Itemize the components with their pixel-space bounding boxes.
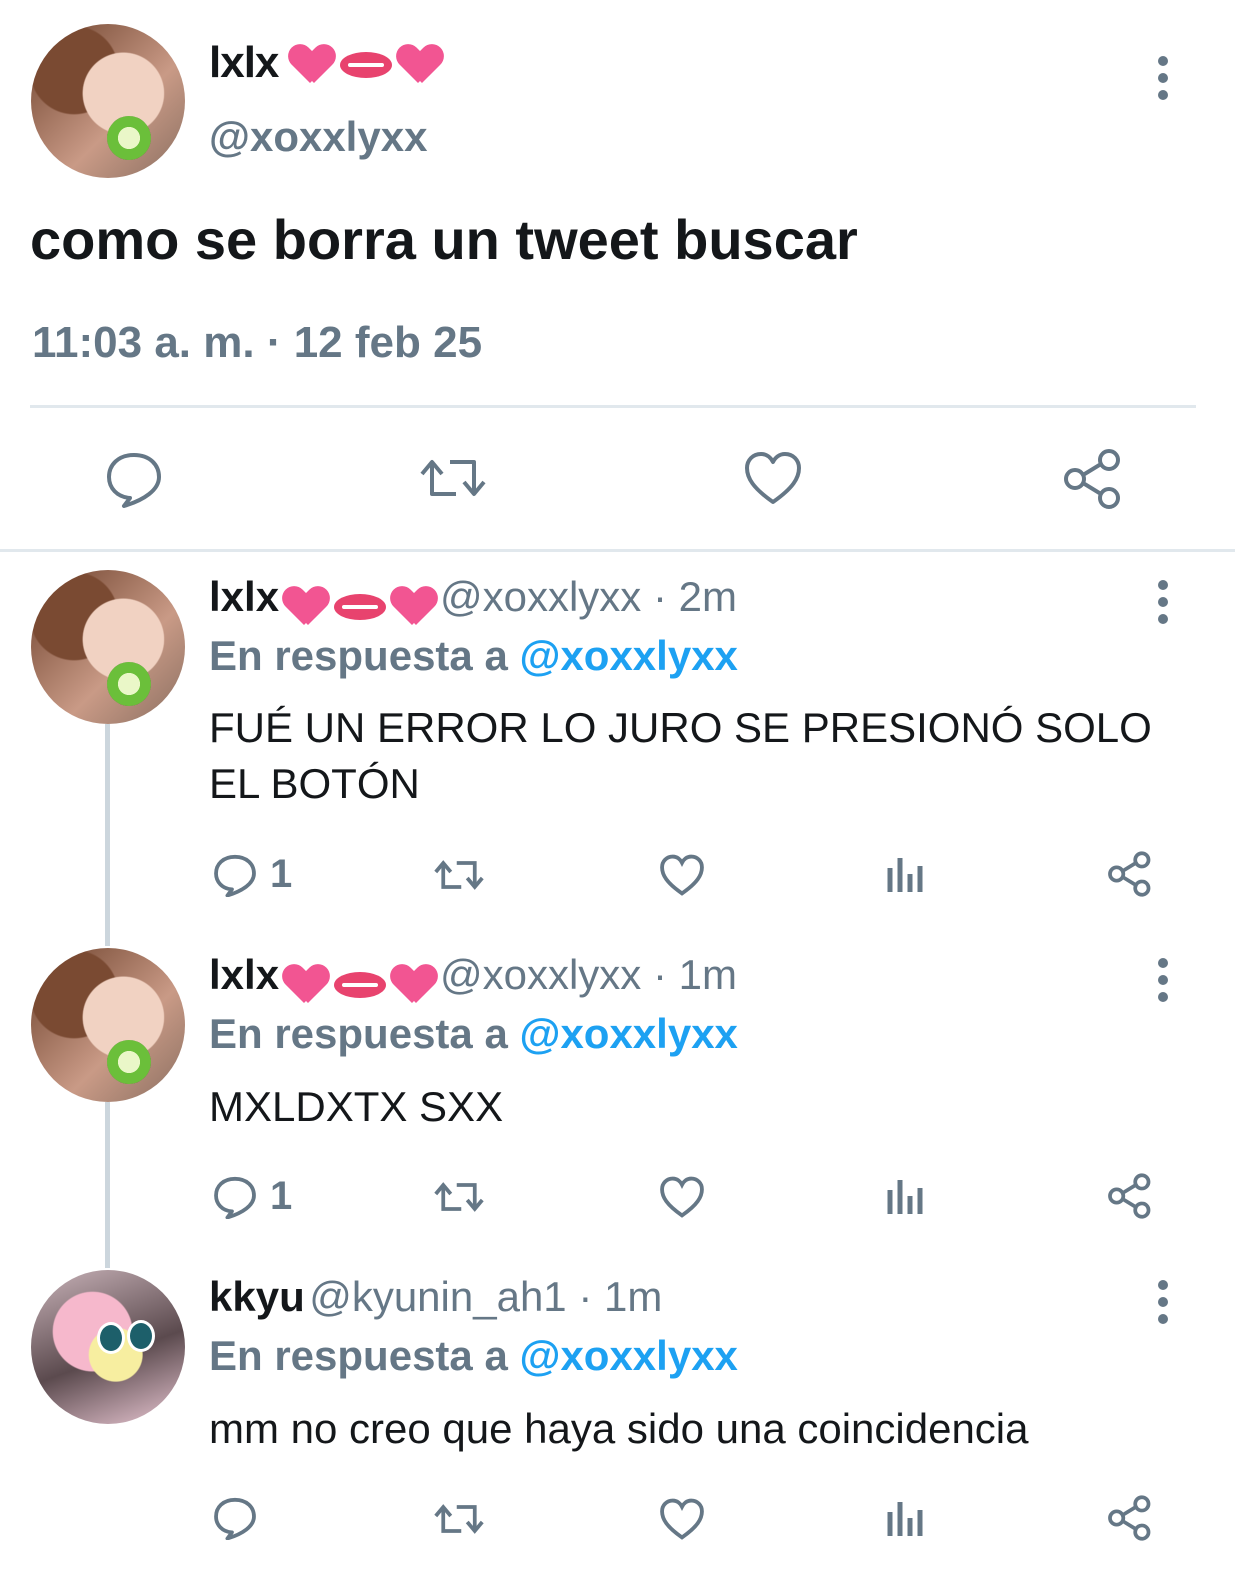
reply-icon [107, 453, 161, 508]
handle-time: @xoxxlyxx · 1m [439, 951, 737, 998]
analytics-button[interactable] [886, 854, 926, 894]
reply-button[interactable]: 1 [212, 1174, 292, 1219]
heart-outline-icon [745, 452, 801, 504]
heart-outline-icon [660, 1498, 704, 1540]
like-button[interactable] [659, 1175, 705, 1219]
reply-context: En respuesta a @xoxxlyxx [209, 1010, 738, 1058]
reply-icon [214, 1497, 256, 1540]
handle-time: @xoxxlyxx · 2m [439, 573, 737, 620]
reply-header: lxlx @xoxxlyxx · 2m [209, 573, 737, 627]
pacifier-detail [107, 116, 151, 160]
retweet-button[interactable] [418, 450, 488, 506]
display-name[interactable]: lxlx [209, 573, 279, 620]
share-icon [1108, 1495, 1151, 1541]
reply-button[interactable]: 1 [212, 852, 292, 897]
divider [0, 549, 1235, 552]
reply-to-link[interactable]: @xoxxlyxx [519, 1332, 737, 1379]
pacifier-detail [107, 1040, 151, 1084]
user-handle[interactable]: @xoxxlyxx [209, 113, 427, 161]
lips-icon [333, 593, 386, 620]
heart-outline-icon [660, 1176, 704, 1218]
heart-icon [392, 965, 436, 1005]
retweet-button[interactable] [432, 1176, 486, 1218]
reply-header: kkyu @kyunin_ah1 · 1m [209, 1273, 662, 1321]
like-button[interactable] [743, 450, 803, 506]
avatar[interactable] [31, 948, 185, 1102]
display-name[interactable]: kkyu [209, 1273, 305, 1320]
display-name[interactable]: lxlx [209, 38, 442, 88]
tweet-text: como se borra un tweet buscar [30, 208, 858, 271]
reply-text: FUÉ UN ERROR LO JURO SE PRESIONÓ SOLO EL… [209, 704, 1152, 807]
reply-prefix: En respuesta a [209, 632, 508, 679]
like-button[interactable] [659, 1497, 705, 1541]
share-button[interactable] [1107, 851, 1153, 897]
pacifier-detail [107, 662, 151, 706]
reply-prefix: En respuesta a [209, 1010, 508, 1057]
share-button[interactable] [1107, 1173, 1153, 1219]
retweet-button[interactable] [432, 854, 486, 896]
heart-icon [284, 587, 328, 627]
pony-eye [97, 1322, 125, 1354]
reply-icon [214, 1176, 256, 1219]
reply-button[interactable] [212, 1496, 258, 1540]
retweet-icon [434, 1182, 484, 1212]
pony-eye [127, 1320, 155, 1352]
retweet-icon [420, 460, 486, 496]
more-options-icon[interactable] [1158, 1280, 1170, 1331]
tweet-timestamp: 11:03 a. m. · 12 feb 25 [32, 318, 483, 367]
heart-icon [290, 45, 334, 85]
reply-header: lxlx @xoxxlyxx · 1m [209, 951, 737, 1005]
avatar[interactable] [31, 1270, 185, 1424]
lips-icon [333, 971, 386, 998]
reply-count: 1 [270, 852, 293, 896]
analytics-button[interactable] [886, 1498, 926, 1538]
display-name[interactable]: lxlx [209, 951, 279, 998]
reply-icon [214, 854, 256, 897]
reply-button[interactable] [104, 450, 164, 508]
reply-to-link[interactable]: @xoxxlyxx [519, 632, 737, 679]
reply-context: En respuesta a @xoxxlyxx [209, 632, 738, 680]
retweet-button[interactable] [432, 1498, 486, 1540]
more-options-icon[interactable] [1158, 958, 1170, 1009]
analytics-icon [887, 1502, 923, 1536]
heart-icon [398, 45, 442, 85]
more-options-icon[interactable] [1158, 580, 1170, 631]
reply-context: En respuesta a @xoxxlyxx [209, 1332, 738, 1380]
share-button[interactable] [1107, 1495, 1153, 1541]
share-icon [1064, 449, 1120, 509]
share-button[interactable] [1063, 448, 1123, 510]
more-options-icon[interactable] [1158, 56, 1170, 107]
reply-text: MXLDXTX SXX [209, 1083, 504, 1130]
analytics-button[interactable] [886, 1176, 926, 1216]
analytics-icon [887, 1180, 923, 1214]
heart-outline-icon [660, 854, 704, 896]
thread-line [105, 724, 110, 946]
share-icon [1108, 1173, 1151, 1219]
reply-count: 1 [270, 1174, 293, 1218]
display-name-text: lxlx [209, 38, 279, 87]
avatar[interactable] [31, 24, 185, 178]
lips-icon [339, 52, 392, 79]
analytics-icon [887, 858, 923, 892]
avatar[interactable] [31, 570, 185, 724]
heart-icon [284, 965, 328, 1005]
thread-line [105, 1102, 110, 1268]
retweet-icon [434, 860, 484, 890]
reply-to-link[interactable]: @xoxxlyxx [519, 1010, 737, 1057]
like-button[interactable] [659, 853, 705, 897]
divider [30, 405, 1196, 408]
share-icon [1108, 851, 1151, 897]
reply-prefix: En respuesta a [209, 1332, 508, 1379]
retweet-icon [434, 1504, 484, 1534]
reply-text: mm no creo que haya sido una coincidenci… [209, 1405, 1029, 1452]
handle-time: @kyunin_ah1 · 1m [309, 1273, 663, 1320]
heart-icon [392, 587, 436, 627]
